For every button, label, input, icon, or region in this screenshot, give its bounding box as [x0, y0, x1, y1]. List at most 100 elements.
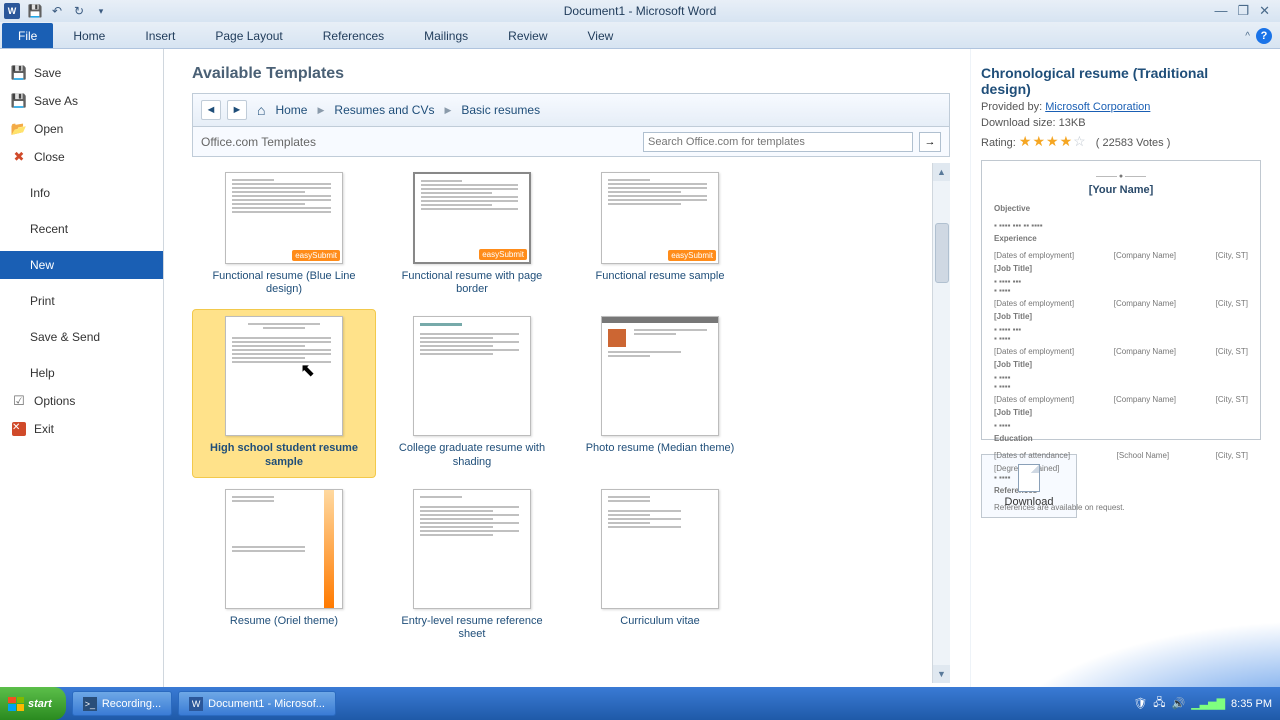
detail-value: 13KB [1059, 117, 1086, 129]
qat-undo-icon[interactable]: ↶ [47, 2, 67, 20]
nav-label: Save [34, 66, 61, 80]
tab-references[interactable]: References [303, 23, 404, 48]
title-bar: W 💾 ↶ ↻ ▾ Document1 - Microsoft Word — ❐… [0, 0, 1280, 22]
qat-save-icon[interactable]: 💾 [25, 2, 45, 20]
template-item[interactable]: Photo resume (Median theme) [568, 309, 752, 477]
scroll-thumb[interactable] [935, 223, 949, 283]
nav-open[interactable]: 📂Open [0, 115, 163, 143]
nav-save-as[interactable]: 💾Save As [0, 87, 163, 115]
template-label: Photo resume (Median theme) [586, 442, 735, 455]
file-tab[interactable]: File [2, 23, 53, 48]
detail-provided-by: Provided by: Microsoft Corporation [981, 101, 1260, 113]
chevron-right-icon: ▶ [317, 105, 324, 116]
windows-logo-icon [8, 697, 24, 711]
nav-save-send[interactable]: Save & Send [0, 323, 163, 351]
tab-view[interactable]: View [568, 23, 634, 48]
template-item[interactable]: easySubmit Functional resume sample [568, 165, 752, 305]
nav-close[interactable]: ✖ Close [0, 143, 163, 171]
breadcrumb-home[interactable]: Home [271, 101, 311, 119]
template-item[interactable]: College graduate resume with shading [380, 309, 564, 477]
template-item[interactable]: easySubmit Functional resume with page b… [380, 165, 564, 305]
quick-access-toolbar: W 💾 ↶ ↻ ▾ [0, 2, 111, 20]
template-label: Functional resume with page border [392, 270, 552, 296]
template-thumbnail [601, 316, 719, 436]
restore-icon[interactable]: ❐ [1237, 3, 1249, 19]
scroll-down-icon[interactable]: ▼ [933, 665, 950, 683]
nav-label: Close [34, 150, 65, 164]
tab-page-layout[interactable]: Page Layout [195, 23, 302, 48]
taskbar-item-label: Recording... [102, 698, 161, 710]
template-thumbnail: easySubmit [413, 172, 531, 264]
chevron-right-icon: ▶ [444, 105, 451, 116]
nav-label: Open [34, 122, 63, 136]
word-icon: W [189, 697, 203, 711]
template-item[interactable]: Resume (Oriel theme) [192, 482, 376, 650]
detail-label: Provided by: [981, 101, 1042, 113]
save-as-icon: 💾 [10, 92, 28, 110]
nav-info[interactable]: Info [0, 179, 163, 207]
template-item-selected[interactable]: High school student resume sample [192, 309, 376, 477]
breadcrumb-level1[interactable]: Resumes and CVs [330, 101, 438, 119]
template-thumbnail: easySubmit [225, 172, 343, 264]
help-icon[interactable]: ? [1256, 28, 1272, 44]
close-window-icon[interactable]: ✕ [1259, 3, 1270, 19]
template-thumbnail [225, 316, 343, 436]
template-gallery: easySubmit Functional resume (Blue Line … [192, 163, 950, 652]
cmd-icon: >_ [83, 697, 97, 711]
minimize-icon[interactable]: — [1214, 3, 1227, 19]
nav-options[interactable]: ☑ Options [0, 387, 163, 415]
qat-redo-icon[interactable]: ↻ [69, 2, 89, 20]
save-icon: 💾 [10, 64, 28, 82]
nav-new[interactable]: New [0, 251, 163, 279]
start-button[interactable]: start [0, 687, 66, 720]
gallery-scrollbar[interactable]: ▲ ▼ [932, 163, 950, 683]
nav-recent[interactable]: Recent [0, 215, 163, 243]
search-go-button[interactable]: → [919, 132, 941, 152]
detail-label: Rating: [981, 137, 1016, 149]
templates-panel: Available Templates ◄ ► ⌂ Home ▶ Resumes… [164, 49, 970, 687]
nav-help[interactable]: Help [0, 359, 163, 387]
taskbar-item-recording[interactable]: >_ Recording... [72, 691, 172, 716]
template-label: College graduate resume with shading [392, 442, 552, 468]
qat-customize-icon[interactable]: ▾ [91, 2, 111, 20]
home-icon[interactable]: ⌂ [257, 102, 265, 118]
template-thumbnail [413, 489, 531, 609]
preview-name-placeholder: [Your Name] [994, 184, 1248, 196]
nav-label: Print [30, 294, 55, 308]
detail-title: Chronological resume (Traditional design… [981, 65, 1260, 97]
template-item[interactable]: Entry-level resume reference sheet [380, 482, 564, 650]
nav-forward-button[interactable]: ► [227, 100, 247, 120]
tray-signal-icon[interactable]: ▁▃▅▇ [1191, 697, 1225, 710]
scroll-up-icon[interactable]: ▲ [933, 163, 950, 181]
tray-clock[interactable]: 8:35 PM [1231, 698, 1272, 710]
tray-network-icon[interactable]: 🖧 [1153, 694, 1165, 713]
nav-print[interactable]: Print [0, 287, 163, 315]
options-icon: ☑ [10, 392, 28, 410]
search-input[interactable] [643, 132, 913, 152]
template-thumbnail [225, 489, 343, 609]
nav-back-button[interactable]: ◄ [201, 100, 221, 120]
template-item[interactable]: easySubmit Functional resume (Blue Line … [192, 165, 376, 305]
tray-shield-icon[interactable]: 🛡 [1133, 697, 1147, 710]
nav-label: Options [34, 394, 75, 408]
tab-mailings[interactable]: Mailings [404, 23, 488, 48]
template-item[interactable]: Curriculum vitae [568, 482, 752, 650]
tab-review[interactable]: Review [488, 23, 567, 48]
rating-votes: ( 22583 Votes ) [1096, 137, 1171, 149]
close-icon: ✖ [10, 148, 28, 166]
taskbar-item-word[interactable]: W Document1 - Microsof... [178, 691, 336, 716]
tab-home[interactable]: Home [53, 23, 125, 48]
nav-label: Exit [34, 422, 54, 436]
nav-label: Help [30, 366, 55, 380]
nav-label: Recent [30, 222, 68, 236]
tray-volume-icon[interactable]: 🔊 [1171, 697, 1185, 710]
ribbon-minimize-icon[interactable]: ^ [1245, 31, 1250, 42]
system-tray: 🛡 🖧 🔊 ▁▃▅▇ 8:35 PM [1133, 694, 1280, 713]
detail-rating: Rating: ★★★★☆ ( 22583 Votes ) [981, 133, 1260, 150]
provider-link[interactable]: Microsoft Corporation [1045, 101, 1150, 113]
tab-insert[interactable]: Insert [125, 23, 195, 48]
nav-exit[interactable]: ✕Exit [0, 415, 163, 443]
breadcrumb-level2[interactable]: Basic resumes [457, 101, 544, 119]
start-label: start [28, 698, 52, 710]
nav-save[interactable]: 💾 Save [0, 59, 163, 87]
